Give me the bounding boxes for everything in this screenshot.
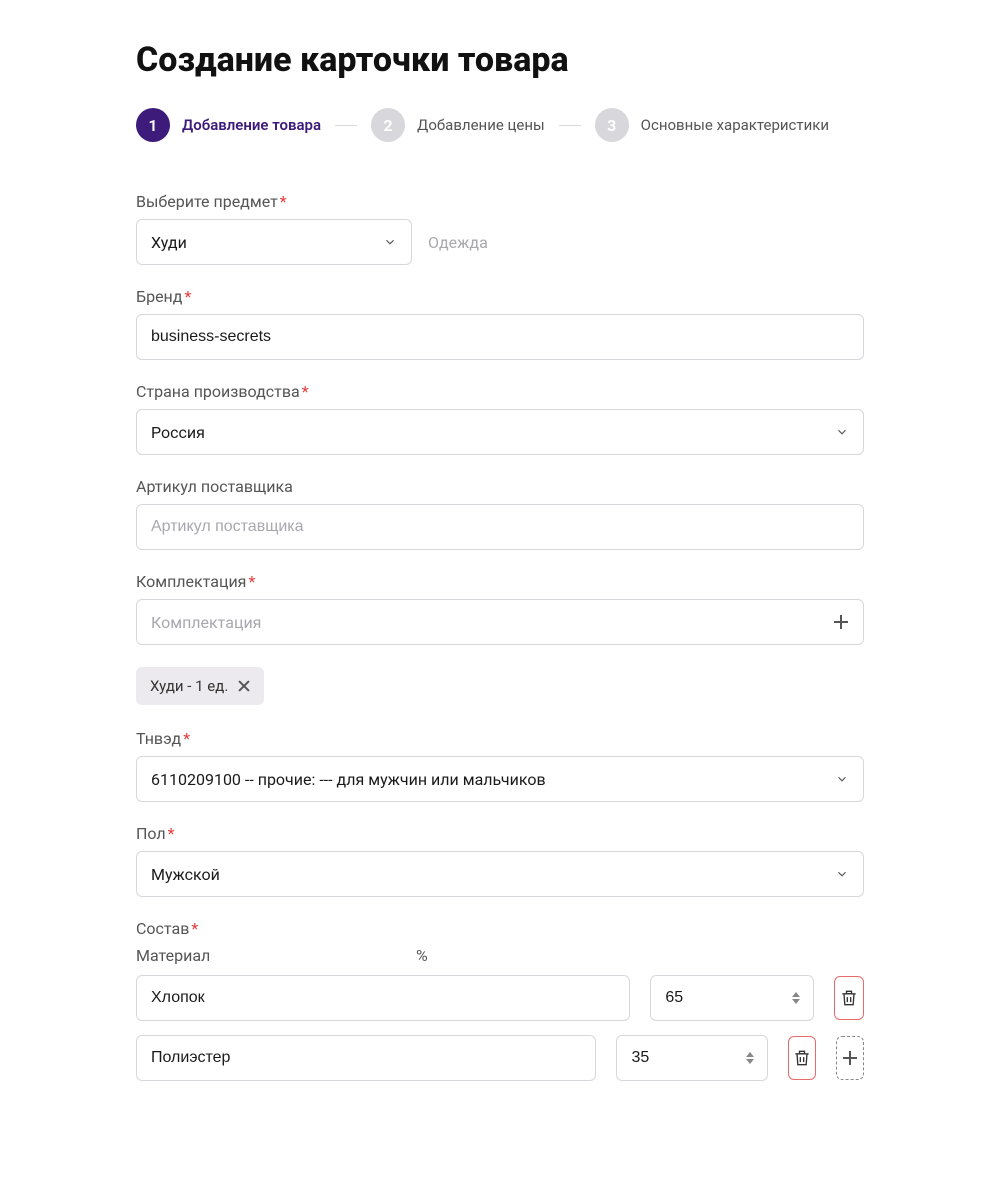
stepper: 1 Добавление товара 2 Добавление цены 3 …	[136, 108, 864, 142]
bundle-label: Комплектация*	[136, 572, 864, 591]
step-label: Добавление товара	[182, 116, 321, 134]
bundle-chip[interactable]: Худи - 1 ед.	[136, 667, 264, 705]
chevron-up-icon	[792, 992, 800, 997]
gender-value: Мужской	[151, 865, 825, 884]
bundle-input[interactable]: Комплектация	[136, 599, 864, 645]
subject-value: Худи	[151, 233, 373, 252]
gender-label: Пол*	[136, 824, 864, 843]
composition-row	[136, 975, 864, 1021]
number-stepper[interactable]	[792, 992, 806, 1004]
bundle-chip-label: Худи - 1 ед.	[150, 677, 228, 695]
composition-col-percent: %	[416, 946, 662, 965]
add-row-button[interactable]	[836, 1036, 864, 1080]
step-main-characteristics[interactable]: 3 Основные характеристики	[595, 108, 829, 142]
subject-category: Одежда	[428, 233, 488, 252]
tnved-select[interactable]: 6110209100 -- прочие: --- для мужчин или…	[136, 756, 864, 802]
composition-label: Состав*	[136, 919, 864, 938]
step-number: 3	[595, 108, 629, 142]
step-separator	[559, 125, 581, 126]
step-number: 1	[136, 108, 170, 142]
chevron-down-icon	[383, 235, 397, 249]
plus-icon	[833, 614, 849, 630]
composition-col-material: Материал	[136, 946, 396, 965]
step-number: 2	[371, 108, 405, 142]
chevron-down-icon	[792, 999, 800, 1004]
step-label: Основные характеристики	[641, 116, 829, 134]
percent-input[interactable]	[650, 975, 814, 1021]
gender-select[interactable]: Мужской	[136, 851, 864, 897]
supplier-sku-input[interactable]	[136, 504, 864, 550]
chevron-down-icon	[835, 425, 849, 439]
page-title: Создание карточки товара	[136, 40, 864, 80]
number-stepper[interactable]	[746, 1052, 760, 1064]
step-add-price[interactable]: 2 Добавление цены	[371, 108, 545, 142]
trash-icon	[839, 987, 859, 1009]
delete-row-button[interactable]	[788, 1036, 816, 1080]
country-select[interactable]: Россия	[136, 409, 864, 455]
tnved-label: Тнвэд*	[136, 729, 864, 748]
country-label: Страна производства*	[136, 382, 864, 401]
brand-label: Бренд*	[136, 287, 864, 306]
chevron-up-icon	[746, 1052, 754, 1057]
delete-row-button[interactable]	[834, 976, 864, 1020]
step-separator	[335, 125, 357, 126]
subject-label: Выберите предмет*	[136, 192, 864, 211]
brand-input[interactable]	[136, 314, 864, 360]
trash-icon	[792, 1047, 812, 1069]
step-add-product[interactable]: 1 Добавление товара	[136, 108, 321, 142]
plus-icon	[842, 1050, 858, 1066]
step-label: Добавление цены	[417, 116, 545, 134]
chevron-down-icon	[746, 1059, 754, 1064]
tnved-value: 6110209100 -- прочие: --- для мужчин или…	[151, 770, 825, 789]
subject-select[interactable]: Худи	[136, 219, 412, 265]
composition-row	[136, 1035, 864, 1081]
bundle-placeholder: Комплектация	[151, 613, 833, 632]
supplier-sku-label: Артикул поставщика	[136, 477, 864, 496]
chevron-down-icon	[835, 772, 849, 786]
country-value: Россия	[151, 423, 825, 442]
close-icon[interactable]	[238, 680, 250, 692]
material-input[interactable]	[136, 1035, 596, 1081]
chevron-down-icon	[835, 867, 849, 881]
material-input[interactable]	[136, 975, 630, 1021]
